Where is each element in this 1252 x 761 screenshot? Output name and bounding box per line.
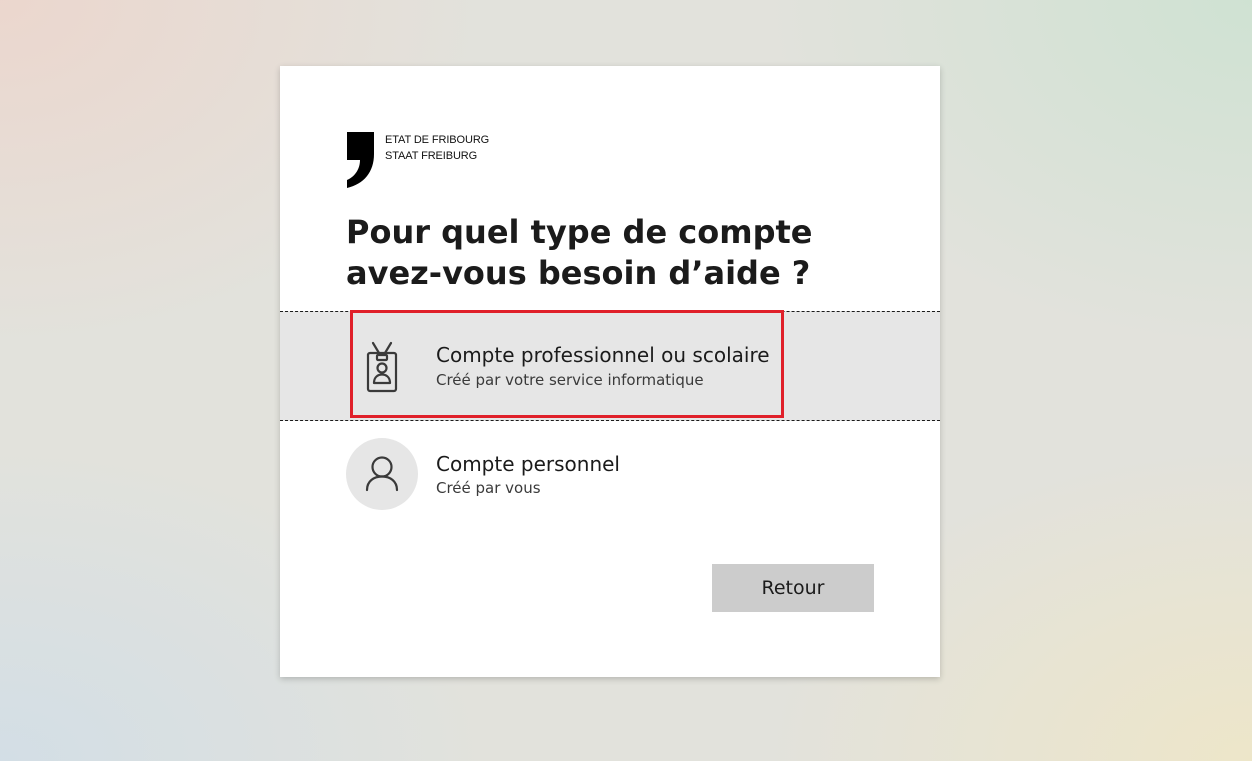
comma-logo-icon <box>347 132 374 188</box>
personal-account-title: Compte personnel <box>436 452 620 476</box>
organization-logo: ETAT DE FRIBOURG STAAT FREIBURG <box>346 132 516 188</box>
back-button[interactable]: Retour <box>712 564 874 612</box>
id-badge-icon <box>346 329 418 401</box>
work-or-school-account-option[interactable]: Compte professionnel ou scolaire Créé pa… <box>280 310 940 421</box>
page-title: Pour quel type de compte avez-vous besoi… <box>346 213 813 292</box>
organization-name: ETAT DE FRIBOURG STAAT FREIBURG <box>385 132 489 164</box>
personal-account-subtitle: Créé par vous <box>436 479 541 497</box>
person-icon <box>346 438 418 510</box>
work-account-subtitle: Créé par votre service informatique <box>436 371 704 389</box>
account-type-dialog: ETAT DE FRIBOURG STAAT FREIBURG Pour que… <box>280 66 940 677</box>
organization-name-line2: STAAT FREIBURG <box>385 150 478 162</box>
work-account-title: Compte professionnel ou scolaire <box>436 343 770 367</box>
organization-name-line1: ETAT DE FRIBOURG <box>385 134 490 146</box>
personal-account-option[interactable]: Compte personnel Créé par vous <box>280 421 940 529</box>
